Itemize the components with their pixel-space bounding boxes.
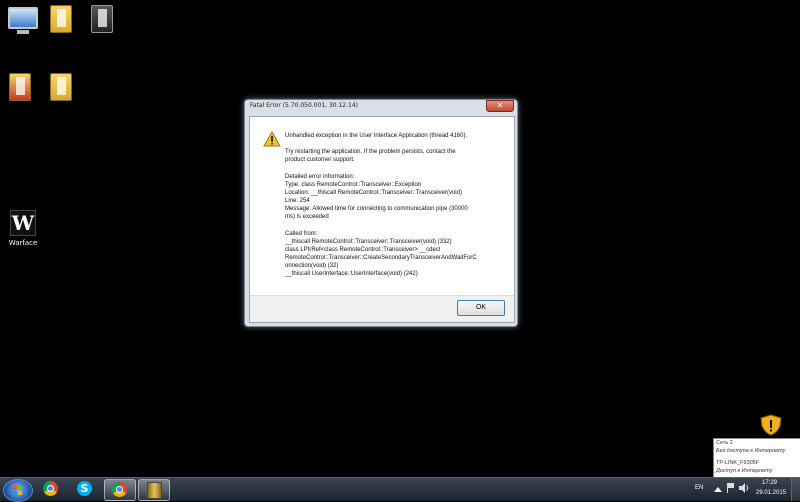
taskbar-archive-button[interactable] — [138, 479, 170, 501]
error-headline: Unhandled exception in the User Interfac… — [285, 133, 468, 139]
error-text-line: Message: Allowed time for connecting to … — [285, 206, 468, 212]
folder-icon[interactable] — [38, 73, 84, 101]
taskbar-chrome-active-button[interactable] — [104, 479, 136, 501]
folder-icon[interactable] — [38, 5, 84, 33]
error-text-line: Try restarting the application. If the p… — [285, 149, 456, 155]
folder-icon[interactable] — [79, 5, 125, 33]
archive-icon — [147, 482, 162, 499]
error-text-line: Location: __thiscall RemoteControl::Tran… — [285, 190, 462, 196]
error-text-line: Type: class RemoteControl::Transceiver::… — [285, 182, 422, 188]
error-text-line: product customer support. — [285, 157, 355, 163]
error-text-line: class LPtrRef<class RemoteControl::Trans… — [285, 247, 441, 253]
error-text-line: onnection(void) (32) — [285, 263, 339, 269]
clock-date[interactable]: 29.01.2015 — [756, 490, 786, 496]
warning-icon — [263, 131, 281, 147]
close-icon: ✕ — [496, 101, 504, 110]
desktop-icon-label: Warface — [8, 239, 38, 247]
clock-time[interactable]: 17:29 — [762, 480, 777, 486]
tray-expand-icon[interactable] — [714, 486, 722, 492]
chrome-icon — [43, 481, 58, 496]
skype-icon: S — [77, 481, 92, 496]
error-text-line: Line: 254 — [285, 198, 310, 204]
error-text-line: __thiscall UserInterface::UserInterface(… — [285, 271, 418, 277]
taskbar-chrome-button[interactable] — [36, 479, 66, 499]
error-text-line: Detailed error information: — [285, 174, 355, 180]
language-indicator[interactable]: EN — [695, 485, 703, 491]
dialog-footer: OK — [250, 295, 514, 322]
error-text-line: ms) is exceeded — [285, 214, 329, 220]
security-shield-icon[interactable] — [759, 414, 783, 436]
start-button[interactable] — [3, 479, 33, 502]
network-status-popup: Сеть 2 Без доступа к Интернету TP-LINK_F… — [713, 438, 800, 478]
fatal-error-dialog: Fatal Error (5.70.050.001, 30.12.14) ✕ U… — [244, 99, 518, 327]
warface-icon[interactable]: W Warface — [0, 210, 46, 247]
wifi-network-name: TP-LINK_F9305F — [716, 460, 760, 466]
chrome-icon — [112, 482, 127, 497]
show-desktop-button[interactable] — [791, 478, 800, 501]
warface-logo-icon: W — [10, 210, 36, 236]
windows-logo-icon — [13, 486, 23, 495]
close-button[interactable]: ✕ — [486, 100, 514, 112]
ok-button[interactable]: OK — [457, 300, 505, 316]
dialog-title: Fatal Error (5.70.050.001, 30.12.14) — [250, 102, 359, 109]
wifi-network-status: Доступ к Интернету — [716, 468, 773, 474]
error-text-line: Called from: — [285, 231, 318, 237]
error-text-line: RemoteControl::Transceiver::CreateSecond… — [285, 255, 477, 261]
dialog-titlebar[interactable]: Fatal Error (5.70.050.001, 30.12.14) ✕ — [245, 100, 517, 114]
taskbar-skype-button[interactable]: S — [70, 479, 100, 499]
flag-icon[interactable] — [727, 483, 735, 493]
volume-icon[interactable] — [739, 483, 749, 493]
dialog-content: Unhandled exception in the User Interfac… — [249, 116, 515, 323]
error-text-line: __thiscall RemoteControl::Transceiver::T… — [285, 239, 452, 245]
taskbar: S EN 17:29 29.01.2015 — [0, 477, 800, 502]
network-name: Сеть 2 — [716, 440, 733, 446]
folder-icon[interactable] — [0, 73, 43, 101]
network-status: Без доступа к Интернету — [716, 448, 786, 454]
